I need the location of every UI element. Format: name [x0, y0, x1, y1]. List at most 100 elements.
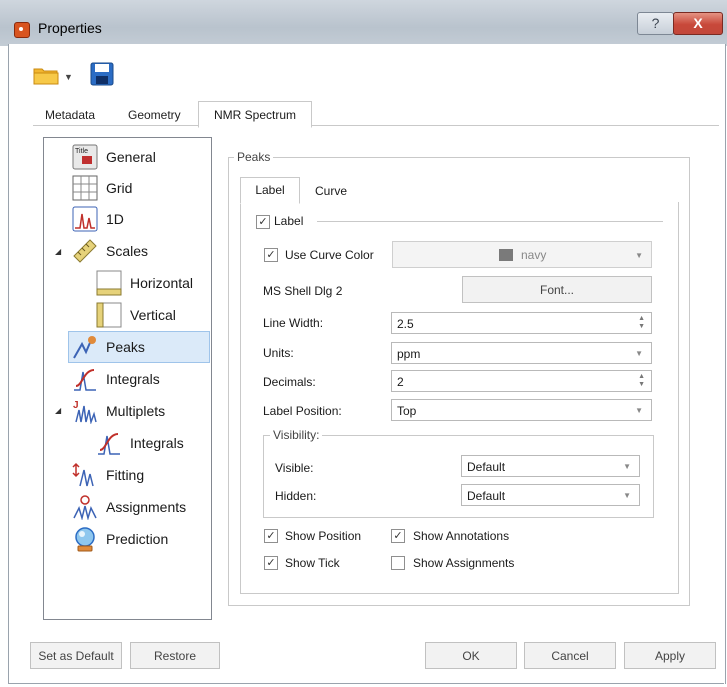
tree-item-general[interactable]: Title General: [72, 142, 156, 172]
help-button[interactable]: ?: [637, 12, 674, 35]
tree-item-prediction[interactable]: Prediction: [72, 524, 168, 554]
show-assignments-checkbox[interactable]: [391, 556, 405, 570]
decimals-value: 2: [397, 375, 404, 389]
label-position-select[interactable]: Top ▼: [391, 399, 652, 421]
tree-item-label: Multiplets: [106, 403, 166, 419]
line-width-label: Line Width:: [263, 316, 324, 330]
vertical-ruler-icon: [96, 302, 122, 328]
assignments-icon: [72, 494, 98, 521]
chevron-down-icon: ▼: [635, 251, 643, 260]
color-swatch: [499, 249, 513, 261]
hidden-value: Default: [467, 489, 506, 503]
svg-text:Title: Title: [75, 148, 88, 155]
apply-button[interactable]: Apply: [624, 642, 716, 669]
label-checkbox-label: Label: [274, 214, 304, 228]
window-bottom-border: [8, 683, 724, 684]
units-select[interactable]: ppm ▼: [391, 342, 652, 364]
color-name: navy: [521, 248, 547, 262]
tab-geometry[interactable]: Geometry: [128, 103, 181, 125]
set-as-default-button[interactable]: Set as Default: [30, 642, 122, 669]
tree-item-multiplet-integrals[interactable]: Integrals: [96, 428, 184, 458]
use-curve-color-label: Use Curve Color: [285, 248, 374, 262]
tab-label[interactable]: Label: [240, 177, 300, 204]
tab-divider: [33, 125, 719, 126]
tree-item-label: Scales: [106, 243, 149, 259]
chevron-down-icon: ▼: [623, 462, 631, 471]
cancel-button[interactable]: Cancel: [524, 642, 616, 669]
show-position-checkbox[interactable]: ✓: [264, 529, 278, 543]
line-width-value: 2.5: [397, 317, 414, 331]
font-name: MS Shell Dlg 2: [263, 284, 343, 298]
tree-item-label: 1D: [106, 211, 124, 227]
tree-item-fitting[interactable]: Fitting: [72, 460, 144, 490]
label-position-label: Label Position:: [263, 404, 342, 418]
app-icon: [14, 22, 30, 38]
visible-value: Default: [467, 460, 506, 474]
use-curve-color-checkbox[interactable]: ✓: [264, 248, 278, 262]
show-tick-label: Show Tick: [285, 556, 340, 570]
show-position-label: Show Position: [285, 529, 362, 543]
tree-item-peaks[interactable]: Peaks: [68, 331, 210, 363]
tree-item-vertical[interactable]: Vertical: [96, 300, 176, 330]
tree-item-label: Prediction: [106, 531, 169, 547]
units-value: ppm: [397, 347, 421, 361]
decimals-spinner[interactable]: 2 ▲ ▼: [391, 370, 652, 392]
show-tick-checkbox[interactable]: ✓: [264, 556, 278, 570]
show-annotations-label: Show Annotations: [413, 529, 510, 543]
chevron-down-icon: ▼: [623, 491, 631, 500]
prediction-icon: [72, 526, 98, 552]
window-title: Properties: [38, 20, 102, 36]
title-bar[interactable]: [0, 0, 727, 46]
label-checkbox[interactable]: ✓: [256, 215, 270, 229]
tree-item-multiplets[interactable]: J Multiplets: [72, 396, 165, 426]
font-button[interactable]: Font...: [462, 276, 652, 303]
tree-item-label: Integrals: [106, 371, 160, 387]
visible-label: Visible:: [275, 461, 314, 475]
spectrum-1d-icon: [72, 206, 98, 232]
settings-tree[interactable]: Title General Grid 1D ◢ Scales Horizonta…: [43, 137, 212, 620]
horizontal-ruler-icon: [96, 270, 122, 296]
multiplets-expand-icon[interactable]: ◢: [55, 406, 61, 415]
fitting-icon: [72, 462, 98, 488]
grid-icon: [72, 175, 98, 201]
color-select[interactable]: navy ▼: [392, 241, 652, 268]
tree-item-label: Assignments: [106, 499, 187, 515]
restore-button[interactable]: Restore: [130, 642, 220, 669]
label-position-value: Top: [397, 404, 417, 418]
save-icon[interactable]: [90, 62, 114, 86]
svg-text:J: J: [73, 400, 79, 411]
hidden-select[interactable]: Default ▼: [461, 484, 640, 506]
tab-curve[interactable]: Curve: [315, 184, 347, 198]
spin-arrows-icon[interactable]: ▲ ▼: [638, 315, 645, 331]
chevron-down-icon: ▼: [635, 406, 643, 415]
multiplets-icon: J: [72, 398, 98, 425]
visible-select[interactable]: Default ▼: [461, 455, 640, 477]
ok-button[interactable]: OK: [425, 642, 517, 669]
tab-nmr-spectrum[interactable]: NMR Spectrum: [198, 101, 312, 128]
spin-arrows-icon[interactable]: ▲ ▼: [638, 373, 645, 389]
show-assignments-label: Show Assignments: [413, 556, 515, 570]
tree-item-label: Vertical: [130, 307, 176, 323]
tab-metadata[interactable]: Metadata: [45, 103, 95, 125]
tree-item-1d[interactable]: 1D: [72, 204, 124, 234]
tree-item-integrals[interactable]: Integrals: [72, 364, 160, 394]
tree-item-label: Grid: [106, 180, 133, 196]
close-button[interactable]: X: [673, 12, 723, 35]
visibility-title: Visibility:: [270, 428, 323, 442]
ruler-icon: [72, 238, 98, 264]
tree-item-horizontal[interactable]: Horizontal: [96, 268, 193, 298]
hidden-label: Hidden:: [275, 489, 317, 503]
peaks-group-title: Peaks: [234, 150, 274, 164]
scales-expand-icon[interactable]: ◢: [55, 247, 61, 256]
label-group-line: [317, 221, 663, 222]
line-width-spinner[interactable]: 2.5 ▲ ▼: [391, 312, 652, 334]
tree-item-grid[interactable]: Grid: [72, 173, 132, 203]
chevron-down-icon: ▼: [635, 349, 643, 358]
tree-item-assignments[interactable]: Assignments: [72, 492, 186, 522]
tree-item-scales[interactable]: Scales: [72, 236, 148, 266]
units-label: Units:: [263, 346, 294, 360]
tree-item-label: General: [106, 149, 156, 165]
open-folder-icon[interactable]: [33, 66, 59, 85]
folder-dropdown-icon[interactable]: ▼: [64, 72, 73, 82]
show-annotations-checkbox[interactable]: ✓: [391, 529, 405, 543]
